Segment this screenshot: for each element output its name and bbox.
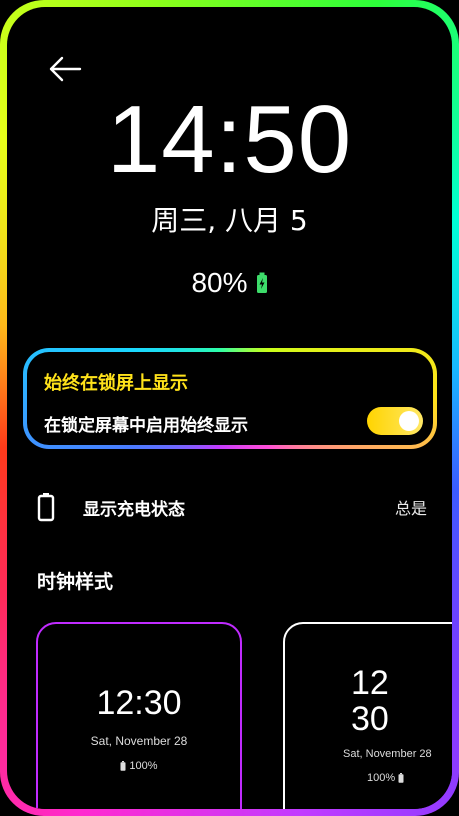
clock-style-card-digital[interactable]: 12:30 Sat, November 28 100%	[36, 622, 242, 809]
back-button[interactable]	[45, 49, 85, 89]
preview-battery: 80%	[7, 267, 452, 299]
charging-status-label: 显示充电状态	[83, 499, 185, 520]
arrow-left-icon	[49, 56, 82, 82]
preview-date: 周三, 八月 5	[151, 204, 308, 237]
battery-small-icon	[120, 761, 126, 771]
always-on-display-card: 始终在锁屏上显示 在锁定屏幕中启用始终显示	[23, 348, 437, 449]
aod-toggle[interactable]	[367, 407, 423, 435]
battery-percent: 80%	[191, 267, 248, 298]
aod-title: 始终在锁屏上显示	[44, 373, 188, 394]
style-card-battery: 100%	[38, 760, 240, 772]
edge-lighting-frame: 14:50 周三, 八月 5 80% 始终在锁屏上显示 在锁定屏幕中启用始终显示	[0, 0, 459, 816]
preview-clock: 14:50	[106, 86, 353, 193]
charging-status-value: 总是	[394, 499, 427, 518]
style-card-date: Sat, November 28	[343, 748, 432, 760]
style-card-hour: 12	[351, 664, 389, 702]
style-card-time: 12:30	[96, 684, 182, 722]
battery-outline-icon	[37, 493, 55, 522]
aod-subtitle: 在锁定屏幕中启用始终显示	[44, 416, 248, 436]
style-card-minute: 30	[351, 700, 389, 738]
style-card-date: Sat, November 28	[90, 734, 188, 748]
style-card-battery: 100%	[367, 772, 404, 784]
screen: 14:50 周三, 八月 5 80% 始终在锁屏上显示 在锁定屏幕中启用始终显示	[7, 7, 452, 809]
battery-charging-icon	[256, 272, 267, 293]
charging-status-row[interactable]: 显示充电状态 总是	[37, 487, 427, 527]
battery-small-icon	[398, 773, 404, 783]
toggle-knob	[399, 411, 419, 431]
clock-style-card-stacked[interactable]: 12 30 Sat, November 28 100%	[283, 622, 452, 809]
clock-style-title: 时钟样式	[37, 571, 114, 593]
